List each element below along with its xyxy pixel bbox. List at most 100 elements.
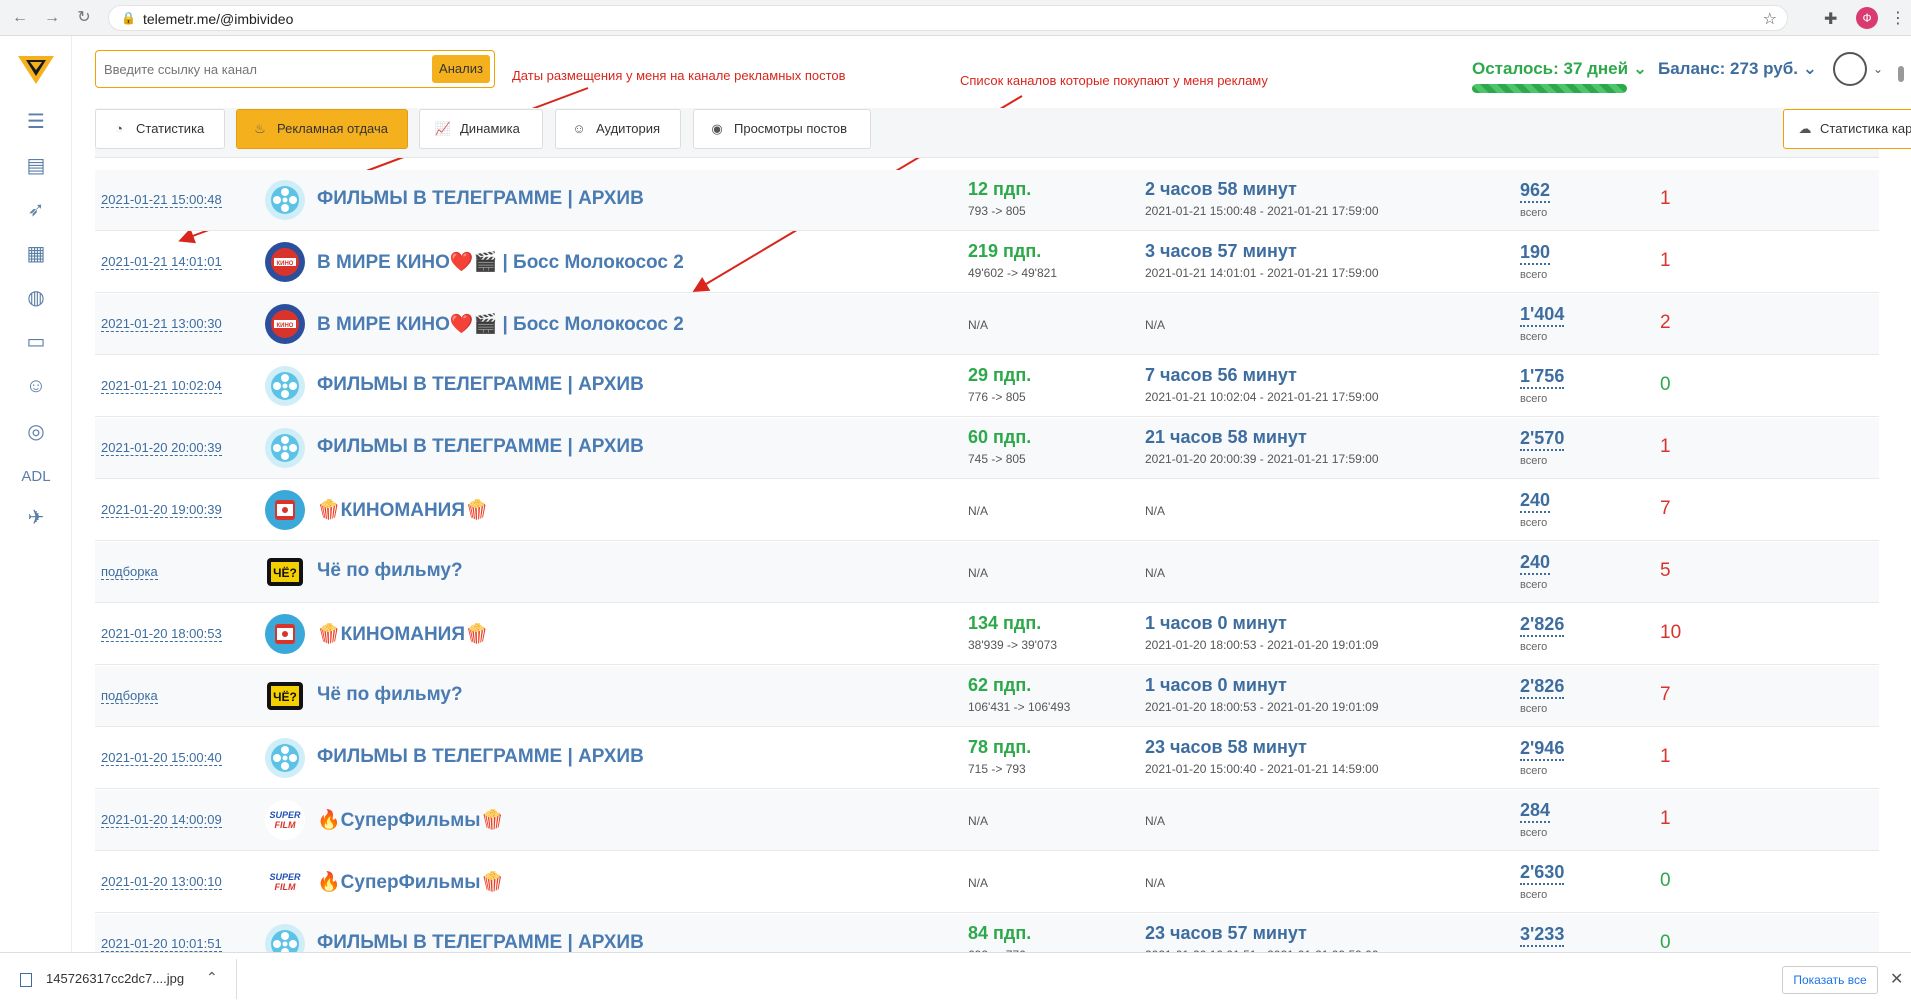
channel-name-link[interactable]: ФИЛЬМЫ В ТЕЛЕГРАММЕ | АРХИВ [317,932,644,952]
views-label: всего [1520,207,1548,219]
post-date-link[interactable]: 2021-01-20 10:01:51 [101,936,222,952]
close-icon[interactable]: ✕ [1890,969,1903,989]
channel-avatar[interactable] [265,180,305,220]
post-date-link[interactable]: 2021-01-20 15:00:40 [101,750,222,766]
post-date-link[interactable]: 2021-01-20 13:00:10 [101,874,222,890]
views-count[interactable]: 2'826 [1520,675,1565,699]
chevron-up-icon[interactable]: ⌃ [206,969,218,986]
post-date-link[interactable]: 2021-01-20 18:00:53 [101,626,222,642]
subscribers-gained: 62 пдп. [968,675,1032,695]
stats-picture-button[interactable]: ☁Статистика картинкой [1783,109,1911,149]
channel-avatar[interactable] [265,738,305,778]
post-date-link[interactable]: 2021-01-21 14:01:01 [101,254,222,270]
address-bar[interactable]: 🔒 telemetr.me/@imbivideo ☆ [108,5,1788,31]
views-count[interactable]: 240 [1520,489,1551,513]
duration-range: 2021-01-21 10:02:04 - 2021-01-21 17:59:0… [1145,390,1379,404]
balance[interactable]: Баланс: 273 руб. ⌄ [1658,59,1817,79]
catalog-icon[interactable]: ▤ [22,152,50,180]
channel-name-link[interactable]: 🔥СуперФильмы🍿 [317,808,504,832]
channel-search-input[interactable] [104,59,414,79]
download-item[interactable]: 145726317cc2dc7....jpg [20,971,184,987]
post-date-link[interactable]: 2021-01-21 13:00:30 [101,316,222,332]
views-count[interactable]: 3'233 [1520,923,1565,947]
page-scrollbar[interactable] [1896,60,1908,950]
views-count[interactable]: 1'404 [1520,303,1565,327]
stack-icon[interactable]: ▦ [22,240,50,268]
channel-avatar[interactable] [265,614,305,654]
reposts-count: 2 [1660,312,1671,333]
user-avatar-icon[interactable] [1833,52,1867,86]
channel-name-link[interactable]: Чё по фильму? [317,684,463,706]
channel-name-link[interactable]: 🔥СуперФильмы🍿 [317,870,504,894]
channel-avatar[interactable]: ЧЁ? [265,552,305,592]
channel-name-link[interactable]: ФИЛЬМЫ В ТЕЛЕГРАММЕ | АРХИВ [317,188,644,210]
channel-name-link[interactable]: Чё по фильму? [317,560,463,582]
subscribers-range: 745 -> 805 [968,452,1026,466]
post-date-link[interactable]: подборка [101,688,158,704]
channel-avatar[interactable] [265,490,305,530]
channel-name-link[interactable]: В МИРЕ КИНО❤️🎬 | Босс Молокосос 2 [317,312,684,336]
reload-icon[interactable]: ↻ [74,8,94,28]
scrollbar-thumb[interactable] [1898,66,1904,82]
subscribers-na: N/A [968,504,989,518]
views-count[interactable]: 284 [1520,799,1551,823]
post-date-link[interactable]: 2021-01-20 20:00:39 [101,440,222,456]
views-count[interactable]: 2'630 [1520,861,1565,885]
channel-avatar[interactable]: SUPER FILM [265,862,305,902]
rocket-icon[interactable]: ➶ [22,196,50,224]
globe-icon[interactable]: ◍ [22,284,50,312]
channel-avatar[interactable] [265,924,305,952]
tab-dynamics[interactable]: 📈 Динамика [419,109,543,149]
channel-name-link[interactable]: 🍿КИНОМАНИЯ🍿 [317,622,489,646]
instagram-icon[interactable]: ◎ [22,418,50,446]
tab-post-views[interactable]: ◉ Просмотры постов [693,109,871,149]
forward-icon[interactable]: → [42,8,62,28]
post-date-link[interactable]: 2021-01-21 10:02:04 [101,378,222,394]
analyze-button[interactable]: Анализ [432,55,490,83]
channel-avatar[interactable]: ЧЁ? [265,676,305,716]
post-date-link[interactable]: подборка [101,564,158,580]
subscription-remaining[interactable]: Осталось: 37 дней ⌄ [1472,59,1647,79]
show-all-downloads-button[interactable]: Показать все [1782,966,1878,994]
views-count[interactable]: 240 [1520,551,1551,575]
tab-audience[interactable]: ☺ Аудитория [555,109,681,149]
extensions-icon[interactable]: ✚ [1824,9,1837,29]
channel-name-link[interactable]: ФИЛЬМЫ В ТЕЛЕГРАММЕ | АРХИВ [317,374,644,396]
balance-text: Баланс: 273 руб. [1658,59,1798,78]
channel-avatar[interactable]: КИНО [265,242,305,282]
views-count[interactable]: 2'826 [1520,613,1565,637]
post-date-link[interactable]: 2021-01-20 19:00:39 [101,502,222,518]
chevron-down-icon[interactable]: ⌄ [1873,62,1883,76]
views-count[interactable]: 1'756 [1520,365,1565,389]
users-icon[interactable]: ☺ [22,372,50,400]
url-text[interactable]: telemetr.me/@imbivideo [143,11,293,27]
views-count[interactable]: 962 [1520,179,1551,203]
sidebar-adl-label[interactable]: ADL [18,468,54,485]
list-icon[interactable]: ☰ [22,108,50,136]
subscribers-range: 38'939 -> 39'073 [968,638,1057,652]
svg-text:SUPER: SUPER [269,810,301,820]
post-date-link[interactable]: 2021-01-20 14:00:09 [101,812,222,828]
duration-range: 2021-01-21 14:01:01 - 2021-01-21 17:59:0… [1145,266,1379,280]
telegram-icon[interactable]: ✈ [22,504,50,532]
inbox-icon[interactable]: ▭ [22,328,50,356]
views-count[interactable]: 190 [1520,241,1551,265]
channel-name-link[interactable]: ФИЛЬМЫ В ТЕЛЕГРАММЕ | АРХИВ [317,436,644,458]
channel-avatar[interactable]: SUPER FILM [265,800,305,840]
telemetr-logo[interactable] [16,52,56,88]
channel-name-link[interactable]: В МИРЕ КИНО❤️🎬 | Босс Молокосос 2 [317,250,684,274]
views-count[interactable]: 2'946 [1520,737,1565,761]
channel-name-link[interactable]: 🍿КИНОМАНИЯ🍿 [317,498,489,522]
profile-avatar[interactable]: Ф [1856,7,1878,29]
channel-avatar[interactable] [265,428,305,468]
bookmark-star-icon[interactable]: ☆ [1763,9,1777,29]
views-count[interactable]: 2'570 [1520,427,1565,451]
channel-avatar[interactable]: КИНО [265,304,305,344]
tab-statistics[interactable]: ◔ Статистика [95,109,225,149]
channel-name-link[interactable]: ФИЛЬМЫ В ТЕЛЕГРАММЕ | АРХИВ [317,746,644,768]
channel-avatar[interactable] [265,366,305,406]
tab-ad-return[interactable]: ♨ Рекламная отдача [236,109,408,149]
menu-dots-icon[interactable]: ⋮ [1890,8,1906,28]
back-icon[interactable]: ← [10,8,30,28]
post-date-link[interactable]: 2021-01-21 15:00:48 [101,192,222,208]
